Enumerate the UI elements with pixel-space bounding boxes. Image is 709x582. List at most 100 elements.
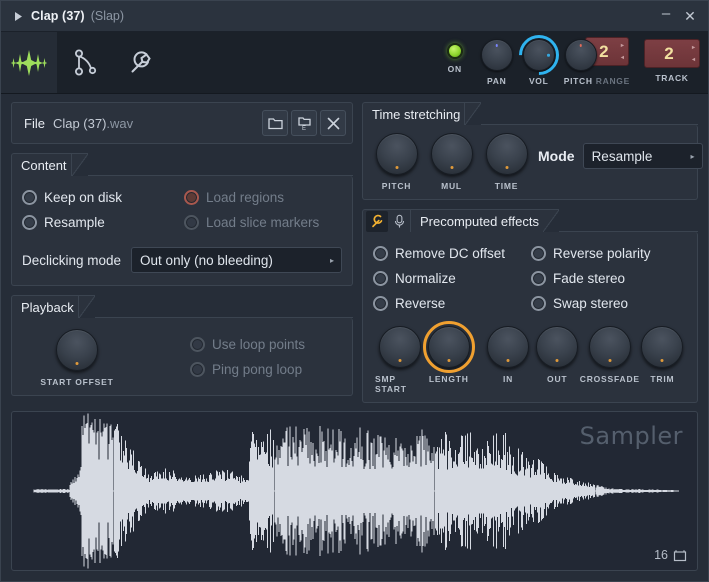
vol-knob[interactable] bbox=[510, 26, 568, 84]
option-label: Remove DC offset bbox=[395, 246, 506, 261]
minimize-button[interactable]: – bbox=[654, 4, 678, 28]
precomputed-tab-rest bbox=[559, 209, 698, 232]
radio-icon[interactable] bbox=[531, 246, 546, 261]
expand-triangle-icon[interactable] bbox=[11, 9, 25, 23]
length-knob[interactable] bbox=[422, 321, 475, 373]
crossfade-control[interactable]: CROSSFADE bbox=[580, 326, 639, 394]
sampler-window: Clap (37) (Slap) – ✕ ON PAN VOL 2 ▸ ◂ PI… bbox=[0, 0, 709, 582]
pitch-knob[interactable] bbox=[564, 39, 597, 71]
file-extension: .wav bbox=[106, 115, 134, 131]
pitch-label: PITCH bbox=[563, 76, 593, 86]
option-load-regions[interactable]: Load regions bbox=[184, 185, 342, 210]
on-label: ON bbox=[447, 64, 462, 74]
mode-value: Resample bbox=[591, 148, 653, 164]
declicking-mode-label: Declicking mode bbox=[22, 252, 122, 268]
time-knob[interactable] bbox=[485, 133, 528, 175]
mul-control[interactable]: MUL bbox=[424, 133, 479, 191]
pitch-range-control[interactable]: 2 ▸ ◂ PITCH RANGE bbox=[564, 37, 630, 86]
option-swap-stereo[interactable]: Swap stereo bbox=[531, 291, 687, 316]
pan-knob[interactable] bbox=[480, 39, 513, 71]
crossfade-knob[interactable] bbox=[588, 326, 631, 368]
microphone-icon[interactable] bbox=[388, 211, 410, 232]
option-remove-dc-offset[interactable]: Remove DC offset bbox=[373, 241, 529, 266]
content-panel-title: Content bbox=[11, 153, 72, 176]
track-value[interactable]: 2 ▸ ◂ bbox=[644, 39, 700, 68]
radio-icon[interactable] bbox=[373, 296, 388, 311]
option-label: Resample bbox=[44, 215, 105, 230]
mode-dropdown[interactable]: Resample ▸ bbox=[582, 143, 703, 169]
radio-icon[interactable] bbox=[22, 215, 37, 230]
panel-columns: File Clap (37).wav E Content Keep on dis… bbox=[11, 102, 703, 403]
radio-icon[interactable] bbox=[373, 246, 388, 261]
vol-label: VOL bbox=[528, 76, 549, 86]
smp-start-control[interactable]: SMP START bbox=[375, 326, 424, 394]
in-knob[interactable] bbox=[487, 326, 529, 368]
declicking-mode-dropdown[interactable]: Out only (no bleeding) ▸ bbox=[131, 247, 342, 273]
option-reverse[interactable]: Reverse bbox=[373, 291, 529, 316]
out-knob[interactable] bbox=[536, 326, 579, 368]
option-label: Normalize bbox=[395, 271, 456, 286]
option-fade-stereo[interactable]: Fade stereo bbox=[531, 266, 687, 291]
track-number: 2 bbox=[664, 43, 674, 63]
waveform-icon[interactable] bbox=[1, 32, 57, 93]
radio-icon[interactable] bbox=[184, 215, 199, 230]
bitdepth-value: 16 bbox=[654, 548, 668, 562]
radio-icon[interactable] bbox=[531, 296, 546, 311]
wrench-icon[interactable] bbox=[366, 210, 388, 232]
content-tab-rest bbox=[87, 153, 353, 176]
pitch-knob-indicator bbox=[579, 44, 583, 47]
pitch-stretch-control[interactable]: PITCH bbox=[369, 133, 424, 191]
option-reverse-polarity[interactable]: Reverse polarity bbox=[531, 241, 687, 266]
start-offset-knob[interactable] bbox=[56, 329, 98, 371]
on-control[interactable]: ON bbox=[434, 37, 476, 74]
content-options-grid: Keep on disk Resample Load regions Load … bbox=[22, 185, 342, 235]
time-control[interactable]: TIME bbox=[479, 133, 534, 191]
option-load-slice-markers[interactable]: Load slice markers bbox=[184, 210, 342, 235]
knob-label: SMP START bbox=[375, 374, 407, 394]
wrench-icon[interactable] bbox=[113, 32, 169, 93]
content-panel: Content Keep on disk Resample Load regio… bbox=[11, 153, 353, 286]
start-offset-control[interactable]: START OFFSET bbox=[22, 326, 132, 387]
close-button[interactable]: ✕ bbox=[678, 4, 702, 28]
playback-tab-slant bbox=[78, 295, 95, 318]
trim-control[interactable]: TRIM bbox=[638, 326, 687, 394]
radio-icon[interactable] bbox=[531, 271, 546, 286]
vol-control[interactable]: VOL bbox=[510, 26, 568, 86]
folder-icon[interactable] bbox=[262, 110, 288, 136]
radio-icon[interactable] bbox=[184, 190, 199, 205]
track-control[interactable]: 2 ▸ ◂ TRACK bbox=[644, 37, 700, 83]
on-led[interactable] bbox=[446, 43, 463, 59]
close-icon[interactable] bbox=[320, 110, 346, 136]
radio-icon[interactable] bbox=[190, 337, 205, 352]
trim-knob[interactable] bbox=[641, 326, 684, 368]
length-control[interactable]: LENGTH bbox=[422, 321, 475, 394]
window-subtitle: (Slap) bbox=[90, 9, 125, 23]
out-control[interactable]: OUT bbox=[533, 326, 582, 394]
pitch-stretch-knob[interactable] bbox=[375, 133, 418, 175]
declicking-mode-value: Out only (no bleeding) bbox=[140, 252, 273, 268]
option-use-loop-points[interactable]: Use loop points bbox=[190, 332, 305, 357]
waveform-display[interactable]: Sampler 16 bbox=[11, 411, 698, 571]
knob-label: MUL bbox=[441, 181, 462, 191]
envelope-icon[interactable] bbox=[57, 32, 113, 93]
pan-label: PAN bbox=[487, 76, 507, 86]
pan-control[interactable]: PAN bbox=[476, 37, 518, 86]
option-keep-on-disk[interactable]: Keep on disk bbox=[22, 185, 180, 210]
option-resample[interactable]: Resample bbox=[22, 210, 180, 235]
file-label: File bbox=[24, 115, 45, 131]
toolbar-icon-group bbox=[1, 32, 169, 93]
pitch-range-spinner-icon[interactable]: ▸ ◂ bbox=[621, 42, 624, 61]
radio-icon[interactable] bbox=[22, 190, 37, 205]
mul-knob[interactable] bbox=[430, 133, 473, 175]
option-normalize[interactable]: Normalize bbox=[373, 266, 529, 291]
option-label: Swap stereo bbox=[553, 296, 629, 311]
option-label: Load regions bbox=[206, 190, 285, 205]
radio-icon[interactable] bbox=[190, 362, 205, 377]
in-control[interactable]: IN bbox=[483, 326, 532, 394]
track-spinner-icon[interactable]: ▸ ◂ bbox=[692, 44, 695, 63]
start-offset-label: START OFFSET bbox=[40, 377, 114, 387]
option-ping-pong-loop[interactable]: Ping pong loop bbox=[190, 357, 305, 382]
smp-start-knob[interactable] bbox=[378, 326, 421, 368]
radio-icon[interactable] bbox=[373, 271, 388, 286]
folder-export-icon[interactable]: E bbox=[291, 110, 317, 136]
